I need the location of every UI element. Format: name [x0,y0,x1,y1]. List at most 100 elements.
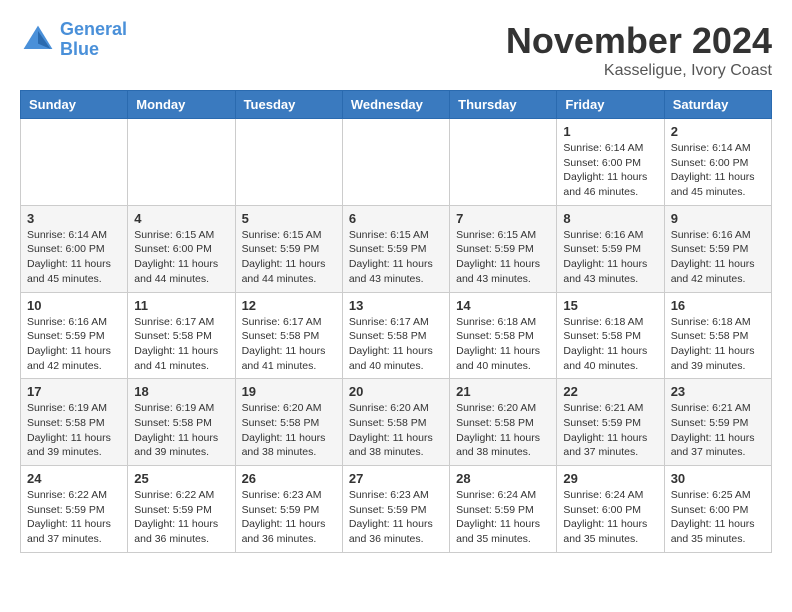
calendar-cell: 20 Sunrise: 6:20 AM Sunset: 5:58 PM Dayli… [342,379,449,466]
day-info: Sunrise: 6:21 AM Sunset: 5:59 PM Dayligh… [671,401,765,460]
day-number: 21 [456,384,550,399]
day-info: Sunrise: 6:19 AM Sunset: 5:58 PM Dayligh… [27,401,121,460]
day-number: 14 [456,298,550,313]
calendar-cell: 22Sunrise: 6:21 AM Sunset: 5:59 PM Dayli… [557,379,664,466]
calendar-cell: 9 Sunrise: 6:16 AM Sunset: 5:59 PM Daylig… [664,205,771,292]
calendar-cell: 10 Sunrise: 6:16 AM Sunset: 5:59 PM Dayli… [21,292,128,379]
calendar-cell: 12 Sunrise: 6:17 AM Sunset: 5:58 PM Dayli… [235,292,342,379]
calendar-cell: 21Sunrise: 6:20 AM Sunset: 5:58 PM Dayli… [450,379,557,466]
day-info: Sunrise: 6:17 AM Sunset: 5:58 PM Dayligh… [349,315,443,374]
day-number: 11 [134,298,228,313]
weekday-header: Saturday [664,91,771,119]
day-number: 4 [134,211,228,226]
day-info: Sunrise: 6:15 AM Sunset: 6:00 PM Dayligh… [134,228,228,287]
calendar-cell: 17 Sunrise: 6:19 AM Sunset: 5:58 PM Dayli… [21,379,128,466]
calendar-cell: 30 Sunrise: 6:25 AM Sunset: 6:00 PM Dayli… [664,466,771,553]
day-info: Sunrise: 6:17 AM Sunset: 5:58 PM Dayligh… [242,315,336,374]
day-number: 12 [242,298,336,313]
calendar-cell: 2Sunrise: 6:14 AM Sunset: 6:00 PM Daylig… [664,119,771,206]
day-info: Sunrise: 6:16 AM Sunset: 5:59 PM Dayligh… [27,315,121,374]
calendar-cell [342,119,449,206]
weekday-header-row: SundayMondayTuesdayWednesdayThursdayFrid… [21,91,772,119]
calendar-cell: 1Sunrise: 6:14 AM Sunset: 6:00 PM Daylig… [557,119,664,206]
weekday-header: Friday [557,91,664,119]
month-title: November 2024 [506,20,772,62]
day-info: Sunrise: 6:15 AM Sunset: 5:59 PM Dayligh… [242,228,336,287]
day-info: Sunrise: 6:14 AM Sunset: 6:00 PM Dayligh… [563,141,657,200]
day-info: Sunrise: 6:19 AM Sunset: 5:58 PM Dayligh… [134,401,228,460]
day-info: Sunrise: 6:18 AM Sunset: 5:58 PM Dayligh… [456,315,550,374]
calendar-cell: 7 Sunrise: 6:15 AM Sunset: 5:59 PM Daylig… [450,205,557,292]
weekday-header: Wednesday [342,91,449,119]
calendar-cell: 8 Sunrise: 6:16 AM Sunset: 5:59 PM Daylig… [557,205,664,292]
day-number: 3 [27,211,121,226]
day-number: 25 [134,471,228,486]
calendar-cell: 18Sunrise: 6:19 AM Sunset: 5:58 PM Dayli… [128,379,235,466]
day-number: 13 [349,298,443,313]
day-info: Sunrise: 6:15 AM Sunset: 5:59 PM Dayligh… [456,228,550,287]
calendar-cell: 26 Sunrise: 6:23 AM Sunset: 5:59 PM Dayli… [235,466,342,553]
calendar-cell: 27Sunrise: 6:23 AM Sunset: 5:59 PM Dayli… [342,466,449,553]
day-info: Sunrise: 6:18 AM Sunset: 5:58 PM Dayligh… [671,315,765,374]
logo-icon [20,22,56,58]
day-info: Sunrise: 6:24 AM Sunset: 5:59 PM Dayligh… [456,488,550,547]
day-info: Sunrise: 6:22 AM Sunset: 5:59 PM Dayligh… [27,488,121,547]
day-number: 17 [27,384,121,399]
day-number: 30 [671,471,765,486]
calendar-cell: 25 Sunrise: 6:22 AM Sunset: 5:59 PM Dayli… [128,466,235,553]
calendar-week-row: 17 Sunrise: 6:19 AM Sunset: 5:58 PM Dayli… [21,379,772,466]
weekday-header: Monday [128,91,235,119]
day-info: Sunrise: 6:22 AM Sunset: 5:59 PM Dayligh… [134,488,228,547]
day-info: Sunrise: 6:24 AM Sunset: 6:00 PM Dayligh… [563,488,657,547]
calendar-week-row: 1Sunrise: 6:14 AM Sunset: 6:00 PM Daylig… [21,119,772,206]
day-number: 19 [242,384,336,399]
day-info: Sunrise: 6:14 AM Sunset: 6:00 PM Dayligh… [27,228,121,287]
calendar-cell: 6 Sunrise: 6:15 AM Sunset: 5:59 PM Daylig… [342,205,449,292]
calendar-cell: 19 Sunrise: 6:20 AM Sunset: 5:58 PM Dayli… [235,379,342,466]
day-number: 29 [563,471,657,486]
day-number: 24 [27,471,121,486]
day-number: 10 [27,298,121,313]
day-info: Sunrise: 6:16 AM Sunset: 5:59 PM Dayligh… [563,228,657,287]
day-number: 7 [456,211,550,226]
day-number: 23 [671,384,765,399]
day-number: 16 [671,298,765,313]
calendar-cell: 15Sunrise: 6:18 AM Sunset: 5:58 PM Dayli… [557,292,664,379]
logo-text: General Blue [60,20,127,60]
day-info: Sunrise: 6:23 AM Sunset: 5:59 PM Dayligh… [242,488,336,547]
calendar-cell: 14 Sunrise: 6:18 AM Sunset: 5:58 PM Dayli… [450,292,557,379]
calendar-cell: 29 Sunrise: 6:24 AM Sunset: 6:00 PM Dayli… [557,466,664,553]
calendar-week-row: 24 Sunrise: 6:22 AM Sunset: 5:59 PM Dayli… [21,466,772,553]
day-number: 2 [671,124,765,139]
calendar-cell: 23 Sunrise: 6:21 AM Sunset: 5:59 PM Dayli… [664,379,771,466]
day-info: Sunrise: 6:21 AM Sunset: 5:59 PM Dayligh… [563,401,657,460]
day-number: 28 [456,471,550,486]
day-number: 26 [242,471,336,486]
day-number: 20 [349,384,443,399]
day-number: 6 [349,211,443,226]
calendar-cell: 3 Sunrise: 6:14 AM Sunset: 6:00 PM Daylig… [21,205,128,292]
day-info: Sunrise: 6:20 AM Sunset: 5:58 PM Dayligh… [349,401,443,460]
calendar: SundayMondayTuesdayWednesdayThursdayFrid… [20,90,772,553]
title-block: November 2024 Kasseligue, Ivory Coast [506,20,772,80]
day-info: Sunrise: 6:15 AM Sunset: 5:59 PM Dayligh… [349,228,443,287]
day-number: 5 [242,211,336,226]
calendar-cell [128,119,235,206]
weekday-header: Tuesday [235,91,342,119]
weekday-header: Thursday [450,91,557,119]
day-info: Sunrise: 6:17 AM Sunset: 5:58 PM Dayligh… [134,315,228,374]
day-info: Sunrise: 6:25 AM Sunset: 6:00 PM Dayligh… [671,488,765,547]
page-header: General Blue November 2024 Kasseligue, I… [20,20,772,80]
day-info: Sunrise: 6:16 AM Sunset: 5:59 PM Dayligh… [671,228,765,287]
calendar-cell: 13 Sunrise: 6:17 AM Sunset: 5:58 PM Dayli… [342,292,449,379]
day-info: Sunrise: 6:18 AM Sunset: 5:58 PM Dayligh… [563,315,657,374]
calendar-cell [235,119,342,206]
calendar-cell: 24 Sunrise: 6:22 AM Sunset: 5:59 PM Dayli… [21,466,128,553]
location: Kasseligue, Ivory Coast [506,62,772,80]
day-number: 8 [563,211,657,226]
calendar-cell: 11 Sunrise: 6:17 AM Sunset: 5:58 PM Dayli… [128,292,235,379]
day-info: Sunrise: 6:20 AM Sunset: 5:58 PM Dayligh… [242,401,336,460]
logo: General Blue [20,20,127,60]
day-number: 9 [671,211,765,226]
calendar-cell [21,119,128,206]
